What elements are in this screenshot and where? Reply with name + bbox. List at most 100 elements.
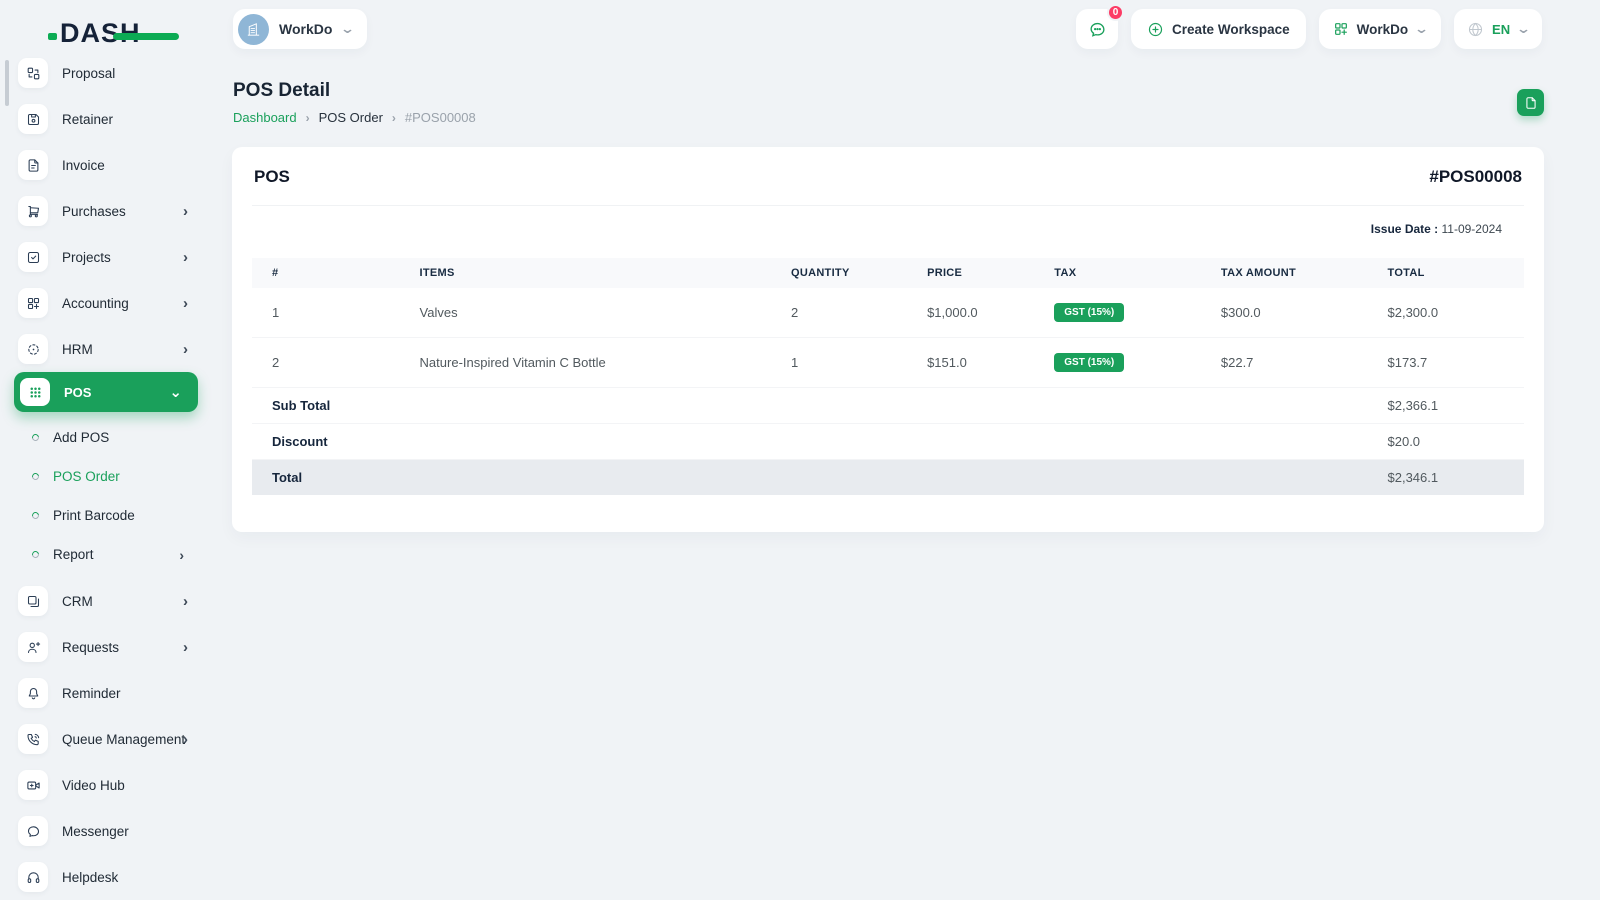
sidebar-item-label: Invoice bbox=[62, 157, 105, 173]
cell-tax-amount: $22.7 bbox=[1200, 337, 1368, 388]
sidebar-subitem-print-barcode[interactable]: Print Barcode bbox=[0, 496, 212, 535]
sidebar-item-invoice[interactable]: Invoice bbox=[0, 142, 212, 188]
video-camera-icon bbox=[18, 770, 48, 800]
sidebar-item-label: Queue Management bbox=[62, 731, 186, 747]
bullet-icon bbox=[30, 471, 41, 482]
sidebar-item-label: POS bbox=[64, 384, 92, 400]
discount-row: Discount $20.0 bbox=[252, 423, 1524, 460]
cell-index: 2 bbox=[252, 337, 400, 388]
table-row: 1 Valves 2 $1,000.0 GST (15%) $300.0 $2,… bbox=[252, 288, 1524, 338]
cell-price: $151.0 bbox=[907, 337, 1035, 388]
cell-total: $173.7 bbox=[1367, 337, 1524, 388]
col-tax-amount: TAX AMOUNT bbox=[1200, 258, 1368, 288]
cell-tax: GST (15%) bbox=[1034, 337, 1201, 388]
sidebar-item-messenger[interactable]: Messenger bbox=[0, 808, 212, 854]
subtotal-label: Sub Total bbox=[252, 387, 1368, 424]
issue-date: Issue Date : 11-09-2024 bbox=[252, 222, 1524, 236]
sidebar-item-pos[interactable]: POS ⌄ bbox=[14, 372, 198, 412]
total-label: Total bbox=[252, 459, 1368, 495]
sidebar-item-video-hub[interactable]: Video Hub bbox=[0, 762, 212, 808]
subitem-label: Add POS bbox=[53, 430, 110, 445]
subitem-label: POS Order bbox=[53, 469, 120, 484]
total-row: Total $2,346.1 bbox=[252, 459, 1524, 495]
total-value: $2,346.1 bbox=[1367, 459, 1524, 495]
language-selector[interactable]: EN ⌄ bbox=[1454, 9, 1542, 49]
sidebar-item-reminder[interactable]: Reminder bbox=[0, 670, 212, 716]
breadcrumb-dashboard[interactable]: Dashboard bbox=[233, 110, 297, 125]
company-menu-label: WorkDo bbox=[1356, 21, 1409, 37]
chat-bubble-icon bbox=[18, 816, 48, 846]
subtotal-value: $2,366.1 bbox=[1367, 387, 1524, 424]
sidebar-item-label: Video Hub bbox=[62, 777, 125, 793]
sidebar-item-label: Purchases bbox=[62, 203, 126, 219]
headset-icon bbox=[18, 862, 48, 892]
sidebar: DASH Proposal Retainer Invoice Purchases… bbox=[0, 0, 212, 900]
page-title: POS Detail bbox=[233, 80, 331, 101]
export-button[interactable] bbox=[1517, 89, 1544, 116]
logo-bar bbox=[112, 32, 179, 40]
chevron-down-icon: ⌄ bbox=[1515, 21, 1532, 36]
create-workspace-label: Create Workspace bbox=[1172, 21, 1290, 37]
messages-button[interactable]: 0 bbox=[1076, 4, 1125, 49]
chevron-right-icon: › bbox=[183, 340, 188, 358]
subtotal-row: Sub Total $2,366.1 bbox=[252, 387, 1524, 424]
grid-plus-icon bbox=[1334, 23, 1347, 35]
create-workspace-button[interactable]: Create Workspace bbox=[1131, 9, 1306, 49]
sidebar-item-proposal[interactable]: Proposal bbox=[0, 50, 212, 96]
sidebar-item-projects[interactable]: Projects › bbox=[0, 234, 212, 280]
language-label: EN bbox=[1492, 21, 1511, 37]
sidebar-item-label: Projects bbox=[62, 249, 111, 265]
sidebar-item-hrm[interactable]: HRM › bbox=[0, 326, 212, 372]
grid-plus-icon bbox=[18, 288, 48, 318]
sidebar-subitem-report[interactable]: Report › bbox=[0, 535, 212, 574]
sidebar-item-label: CRM bbox=[62, 593, 93, 609]
sidebar-subitem-pos-order[interactable]: POS Order bbox=[0, 457, 212, 496]
breadcrumb-pos-order[interactable]: POS Order bbox=[319, 110, 383, 125]
proposal-icon bbox=[18, 58, 48, 88]
file-icon bbox=[1525, 96, 1536, 109]
sidebar-item-label: Reminder bbox=[62, 685, 121, 701]
discount-value: $20.0 bbox=[1367, 423, 1524, 460]
sidebar-item-label: Retainer bbox=[62, 111, 114, 127]
workspace-selector[interactable]: WorkDo ⌄ bbox=[233, 9, 368, 49]
sidebar-item-purchases[interactable]: Purchases › bbox=[0, 188, 212, 234]
retainer-icon bbox=[18, 104, 48, 134]
workspace-avatar bbox=[238, 13, 269, 45]
notification-badge: 0 bbox=[1107, 4, 1125, 21]
tax-badge: GST (15%) bbox=[1054, 353, 1125, 372]
subitem-label: Report bbox=[53, 547, 94, 562]
sidebar-item-requests[interactable]: Requests › bbox=[0, 624, 212, 670]
sidebar-item-helpdesk[interactable]: Helpdesk bbox=[0, 854, 212, 900]
globe-icon bbox=[1468, 22, 1483, 36]
card-header: POS #POS00008 bbox=[252, 147, 1524, 206]
bullet-icon bbox=[30, 549, 41, 560]
pos-detail-card: POS #POS00008 Issue Date : 11-09-2024 # … bbox=[232, 147, 1544, 532]
cell-tax: GST (15%) bbox=[1034, 288, 1201, 338]
cell-item: Valves bbox=[399, 288, 771, 338]
cell-item: Nature-Inspired Vitamin C Bottle bbox=[399, 337, 771, 388]
bullet-icon bbox=[30, 432, 41, 443]
dash-logo[interactable]: DASH bbox=[48, 16, 179, 50]
sidebar-subitem-add-pos[interactable]: Add POS bbox=[0, 418, 212, 457]
company-menu[interactable]: WorkDo ⌄ bbox=[1318, 9, 1442, 49]
sidebar-item-retainer[interactable]: Retainer bbox=[0, 96, 212, 142]
table-row: 2 Nature-Inspired Vitamin C Bottle 1 $15… bbox=[252, 337, 1524, 388]
cart-icon bbox=[18, 196, 48, 226]
cell-price: $1,000.0 bbox=[907, 288, 1035, 338]
logo-dot bbox=[48, 32, 57, 40]
chevron-right-icon: › bbox=[183, 730, 188, 748]
invoice-icon bbox=[18, 150, 48, 180]
sidebar-item-label: Requests bbox=[62, 639, 120, 655]
sidebar-item-accounting[interactable]: Accounting › bbox=[0, 280, 212, 326]
sidebar-item-label: Accounting bbox=[62, 295, 129, 311]
col-tax: TAX bbox=[1034, 258, 1201, 288]
crm-icon bbox=[18, 586, 48, 616]
sidebar-item-crm[interactable]: CRM › bbox=[0, 578, 212, 624]
chevron-right-icon: › bbox=[179, 546, 184, 563]
sidebar-item-queue-management[interactable]: Queue Management › bbox=[0, 716, 212, 762]
chevron-down-icon: ⌄ bbox=[169, 383, 182, 401]
sidebar-item-label: Messenger bbox=[62, 823, 129, 839]
chevron-down-icon: ⌄ bbox=[340, 21, 356, 36]
bell-icon bbox=[18, 678, 48, 708]
chevron-down-icon: ⌄ bbox=[1413, 21, 1430, 36]
